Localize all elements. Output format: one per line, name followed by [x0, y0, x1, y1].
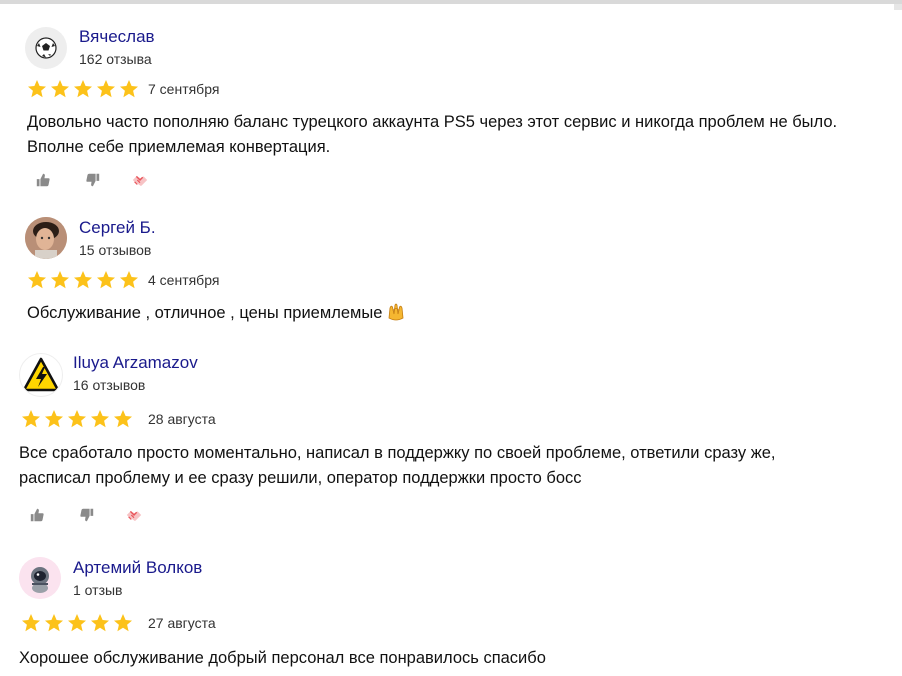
- author-review-count: 16 отзывов: [73, 377, 146, 393]
- star-icon: [120, 271, 138, 289]
- author-name[interactable]: Сергей Б.: [79, 218, 156, 238]
- avatar[interactable]: [25, 27, 67, 69]
- review-text-line: Довольно часто пополняю баланс турецкого…: [27, 113, 838, 131]
- review-actions: [34, 170, 150, 190]
- rating-stars: [21, 613, 133, 633]
- star-icon: [74, 80, 92, 98]
- review-date: 7 сентября: [148, 81, 220, 97]
- avatar[interactable]: [19, 557, 61, 599]
- star-icon: [91, 614, 109, 632]
- like-icon: [36, 173, 50, 187]
- author-review-count: 15 отзывов: [79, 242, 152, 258]
- review-card: Артемий Волков 1 отзыв 27 августа Хороше…: [0, 540, 902, 676]
- review-card: Сергей Б. 15 отзывов 4 сентября Обслужив…: [0, 200, 902, 322]
- dislike-button[interactable]: [82, 170, 102, 190]
- like-button[interactable]: [28, 505, 48, 525]
- star-icon: [68, 614, 86, 632]
- star-icon: [51, 271, 69, 289]
- dislike-icon: [80, 508, 94, 522]
- author-name[interactable]: Артемий Волков: [73, 558, 202, 578]
- thanks-icon: [126, 510, 142, 521]
- star-icon: [28, 80, 46, 98]
- star-icon: [45, 410, 63, 428]
- like-icon: [30, 508, 44, 522]
- star-icon: [97, 271, 115, 289]
- star-icon: [45, 614, 63, 632]
- review-text-line: Все сработало просто моментально, написа…: [19, 444, 776, 462]
- avatar[interactable]: [25, 217, 67, 259]
- screenshot-seam: [0, 322, 902, 323]
- star-icon: [114, 614, 132, 632]
- author-name[interactable]: Вячеслав: [79, 27, 155, 47]
- review-text-line: Хорошее обслуживание добрый персонал все…: [19, 649, 546, 667]
- author-review-count: 1 отзыв: [73, 582, 123, 598]
- thanks-button[interactable]: [130, 170, 150, 190]
- review-date: 27 августа: [148, 615, 216, 631]
- rating-stars: [27, 270, 139, 290]
- soccer-ball-icon: [25, 27, 67, 69]
- star-icon: [68, 410, 86, 428]
- review-date: 28 августа: [148, 411, 216, 427]
- author-name[interactable]: Iluya Arzamazov: [73, 353, 198, 373]
- dislike-icon: [86, 173, 100, 187]
- review-text: Довольно часто пополняю баланс турецкого…: [27, 110, 837, 160]
- star-icon: [51, 80, 69, 98]
- review-text: Хорошее обслуживание добрый персонал все…: [19, 646, 546, 671]
- star-icon: [22, 410, 40, 428]
- star-icon: [120, 80, 138, 98]
- review-text-line: расписал проблему и ее сразу решили, опе…: [19, 469, 582, 487]
- star-icon: [74, 271, 92, 289]
- review-text: Все сработало просто моментально, написа…: [19, 441, 776, 491]
- review-actions: [28, 505, 144, 525]
- review-date: 4 сентября: [148, 272, 220, 288]
- review-card: Iluya Arzamazov 16 отзывов 28 августа Вс…: [0, 330, 902, 540]
- thanks-button[interactable]: [124, 505, 144, 525]
- star-icon: [114, 410, 132, 428]
- star-icon: [22, 614, 40, 632]
- dislike-button[interactable]: [76, 505, 96, 525]
- rating-stars: [21, 409, 133, 429]
- avatar[interactable]: [19, 353, 63, 397]
- star-icon: [91, 410, 109, 428]
- author-review-count: 162 отзыва: [79, 51, 152, 67]
- review-card: Вячеслав 162 отзыва 7 сентября Довольно …: [0, 0, 902, 200]
- review-text-line: Обслуживание , отличное , цены приемлемы…: [27, 304, 383, 322]
- rating-stars: [27, 79, 139, 99]
- like-button[interactable]: [34, 170, 54, 190]
- astronaut-icon: [19, 557, 61, 599]
- person-photo-icon: [25, 217, 67, 259]
- review-text-line: Вполне себе приемлемая конвертация.: [27, 138, 331, 156]
- star-icon: [97, 80, 115, 98]
- thanks-icon: [132, 175, 148, 186]
- raised-hands-emoji: [388, 303, 404, 321]
- high-voltage-warning-icon: [22, 357, 60, 392]
- star-icon: [28, 271, 46, 289]
